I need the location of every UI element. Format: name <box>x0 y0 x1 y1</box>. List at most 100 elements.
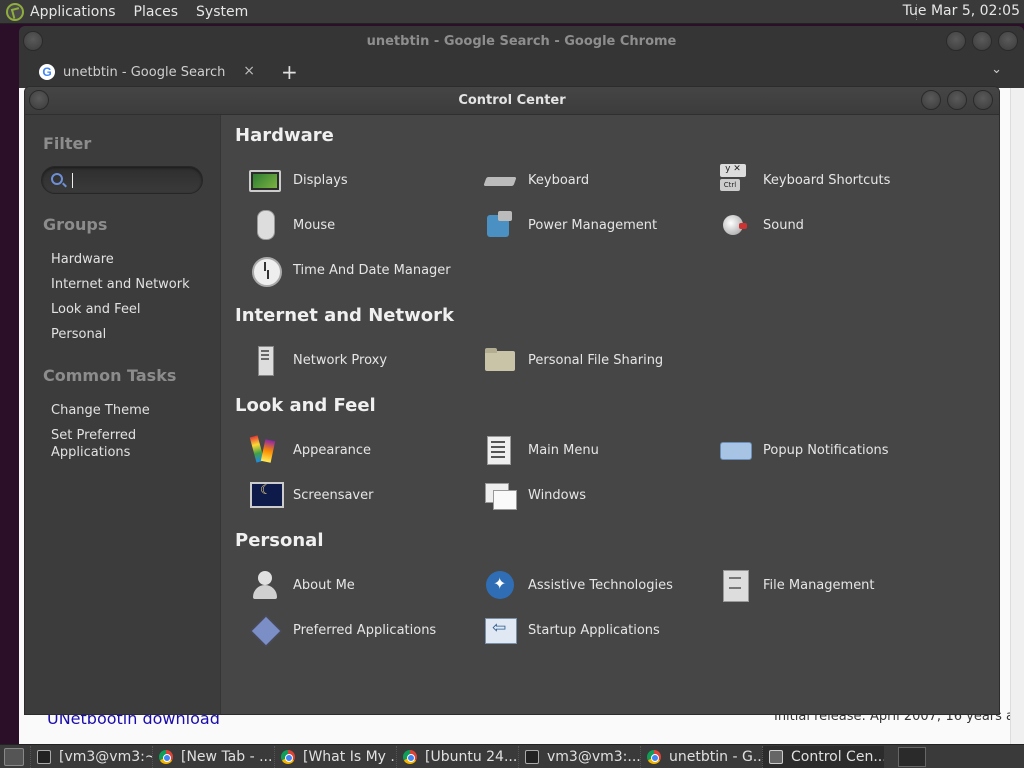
power-management-icon <box>484 209 516 241</box>
startup-applications-item[interactable]: Startup Applications <box>484 613 704 647</box>
keyboard-shortcuts-item[interactable]: Keyboard Shortcuts <box>719 163 939 197</box>
power-management-item[interactable]: Power Management <box>484 208 704 242</box>
control-center-window: Control Center Filter Groups Hardware In… <box>24 86 1000 715</box>
time-and-date-item[interactable]: Time And Date Manager <box>249 253 469 287</box>
displays-icon <box>249 170 281 192</box>
new-tab-button[interactable]: + <box>281 60 298 84</box>
task-label: [What Is My ... <box>303 748 396 765</box>
startup-applications-icon <box>484 614 517 646</box>
folder-share-icon <box>484 344 516 376</box>
top-panel: Applications Places System Tue Mar 5, 02… <box>0 0 1024 24</box>
task-label: vm3@vm3:... <box>547 748 640 765</box>
taskbar-item-control-center[interactable]: Control Cen... <box>762 745 884 768</box>
keyboard-shortcuts-icon <box>719 164 751 196</box>
user-icon <box>249 569 281 601</box>
about-me-item[interactable]: About Me <box>249 568 469 602</box>
windows-item[interactable]: Windows <box>484 478 704 512</box>
taskbar-item-terminal-1[interactable]: [vm3@vm3:~] <box>30 745 152 768</box>
displays-item[interactable]: Displays <box>249 163 469 197</box>
item-label: Keyboard Shortcuts <box>763 172 891 188</box>
item-label: Sound <box>763 217 804 233</box>
tab-close-icon[interactable]: × <box>243 63 255 79</box>
window-menu-button[interactable] <box>29 90 49 110</box>
applications-menu[interactable]: Applications <box>30 4 116 20</box>
control-center-main: Hardware Displays Keyboard Keyboard Shor… <box>220 115 999 714</box>
groups-heading: Groups <box>43 215 108 234</box>
mouse-item[interactable]: Mouse <box>249 208 469 242</box>
set-preferred-applications-link[interactable]: Set Preferred Applications <box>51 427 136 461</box>
sidebar-item-look-and-feel[interactable]: Look and Feel <box>51 301 141 318</box>
filter-search-box[interactable] <box>41 166 203 194</box>
item-label: Time And Date Manager <box>293 262 451 278</box>
minimize-button[interactable] <box>921 90 941 110</box>
control-center-icon <box>769 749 783 764</box>
task-label: [Ubuntu 24.... <box>425 748 518 765</box>
item-label: Displays <box>293 172 348 188</box>
system-menu[interactable]: System <box>196 4 248 20</box>
sound-item[interactable]: Sound <box>719 208 939 242</box>
appearance-item[interactable]: Appearance <box>249 433 469 467</box>
preferred-applications-item[interactable]: Preferred Applications <box>249 613 469 647</box>
windows-icon <box>484 479 517 511</box>
main-menu-icon <box>484 434 516 466</box>
sidebar: Filter Groups Hardware Internet and Netw… <box>25 115 220 714</box>
maximize-button[interactable] <box>972 31 992 51</box>
file-management-item[interactable]: File Management <box>719 568 939 602</box>
filter-input[interactable] <box>72 171 196 189</box>
mouse-icon <box>249 209 281 241</box>
popup-notifications-item[interactable]: Popup Notifications <box>719 433 939 467</box>
keyboard-item[interactable]: Keyboard <box>484 163 704 197</box>
item-label: Screensaver <box>293 487 374 503</box>
taskbar-item-chrome-1[interactable]: [New Tab - ... <box>152 745 274 768</box>
task-label: Control Cen... <box>791 748 884 765</box>
chrome-window-title: unetbtin - Google Search - Google Chrome <box>366 33 677 49</box>
personal-file-sharing-item[interactable]: Personal File Sharing <box>484 343 704 377</box>
page-scrollbar[interactable] <box>1010 88 1024 746</box>
maximize-button[interactable] <box>947 90 967 110</box>
item-label: About Me <box>293 577 355 593</box>
sidebar-item-hardware[interactable]: Hardware <box>51 251 114 268</box>
item-label: Startup Applications <box>528 622 660 638</box>
chrome-icon <box>647 749 661 764</box>
tab-search-button[interactable]: ⌄ <box>991 62 1002 77</box>
mate-logo-icon[interactable] <box>6 2 24 21</box>
change-theme-link[interactable]: Change Theme <box>51 402 150 419</box>
item-label: File Management <box>763 577 875 593</box>
close-button[interactable] <box>973 90 993 110</box>
taskbar-item-chrome-3[interactable]: [Ubuntu 24.... <box>396 745 518 768</box>
taskbar-item-terminal-2[interactable]: vm3@vm3:... <box>518 745 640 768</box>
workspace-switcher[interactable] <box>898 747 926 767</box>
sidebar-item-personal[interactable]: Personal <box>51 326 106 343</box>
taskbar-item-chrome-4[interactable]: unetbtin - G... <box>640 745 762 768</box>
chrome-tab[interactable]: G unetbtin - Google Search × <box>29 58 259 86</box>
keyboard-icon <box>484 164 516 196</box>
control-center-titlebar[interactable]: Control Center <box>25 87 999 115</box>
main-menu-item[interactable]: Main Menu <box>484 433 704 467</box>
close-button[interactable] <box>998 31 1018 51</box>
preferred-applications-icon <box>249 614 281 646</box>
screensaver-item[interactable]: Screensaver <box>249 478 469 512</box>
sound-icon <box>719 209 751 241</box>
filter-heading: Filter <box>43 134 92 153</box>
network-proxy-item[interactable]: Network Proxy <box>249 343 469 377</box>
window-menu-button[interactable] <box>23 31 43 51</box>
item-label: Network Proxy <box>293 352 388 368</box>
item-label: Keyboard <box>528 172 590 188</box>
chrome-titlebar[interactable]: unetbtin - Google Search - Google Chrome <box>19 26 1024 56</box>
minimize-button[interactable] <box>946 31 966 51</box>
taskbar-item-chrome-2[interactable]: [What Is My ... <box>274 745 396 768</box>
item-label: Windows <box>528 487 587 503</box>
show-desktop-button[interactable] <box>4 747 24 766</box>
assistive-technologies-item[interactable]: Assistive Technologies <box>484 568 704 602</box>
text-cursor <box>72 173 73 188</box>
section-title-personal: Personal <box>235 530 324 551</box>
common-tasks-heading: Common Tasks <box>43 366 177 385</box>
chrome-icon <box>403 749 417 764</box>
sidebar-item-internet-and-network[interactable]: Internet and Network <box>51 276 190 293</box>
places-menu[interactable]: Places <box>134 4 179 20</box>
item-label: Power Management <box>528 217 658 233</box>
section-title-internet-and-network: Internet and Network <box>235 305 454 326</box>
chrome-tabstrip: G unetbtin - Google Search × + ⌄ <box>19 56 1024 88</box>
clock[interactable]: Tue Mar 5, 02:05 <box>903 3 1020 19</box>
file-cabinet-icon <box>719 569 751 602</box>
